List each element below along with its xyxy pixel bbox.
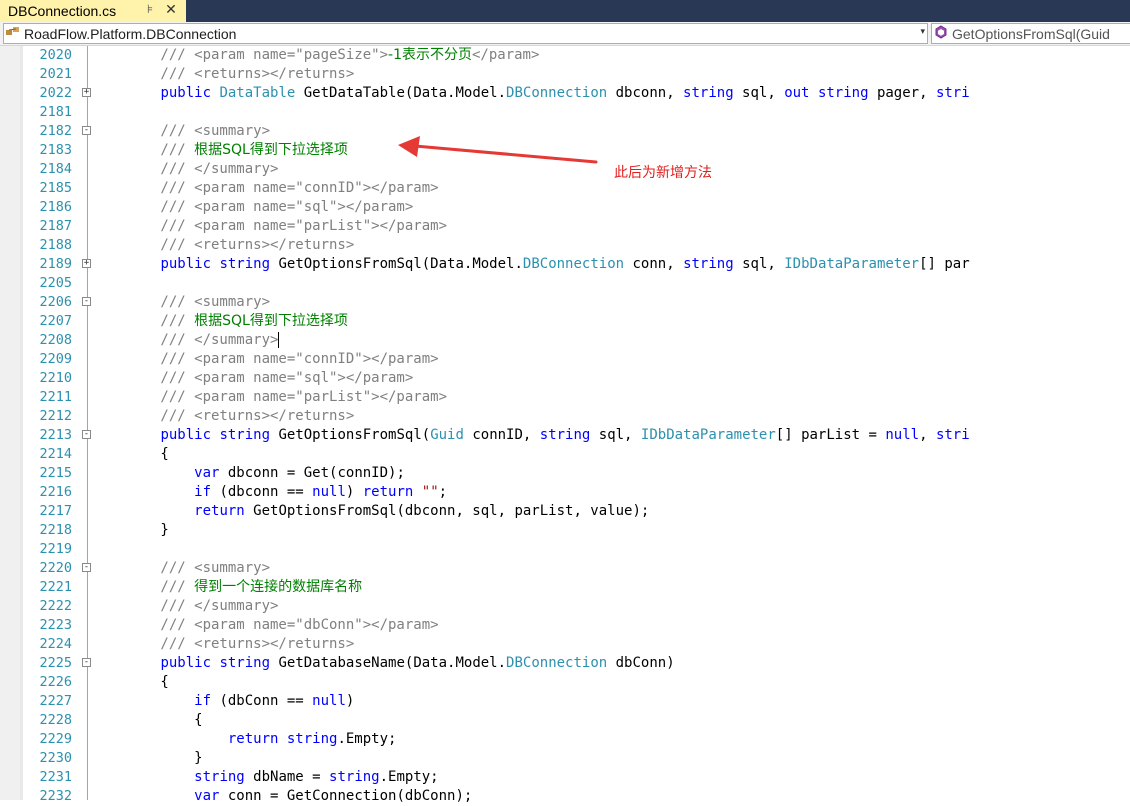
annotation-arrow [398, 136, 598, 164]
annotation-label: 此后为新增方法 [614, 165, 712, 181]
